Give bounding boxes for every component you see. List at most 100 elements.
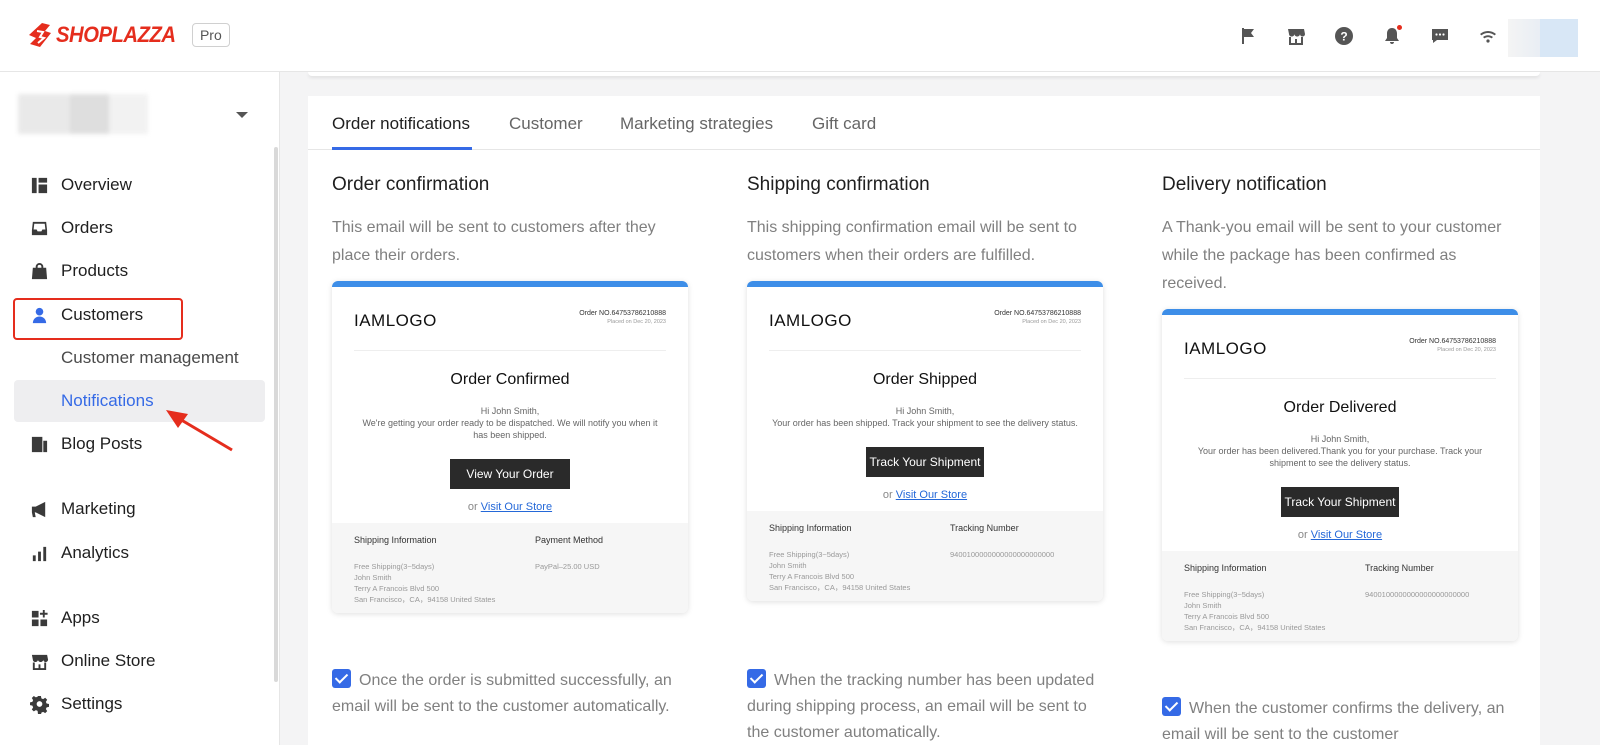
email-preview[interactable]: IAMLOGO Order NO.64753786210888 Placed on… [747,281,1103,601]
sidebar-item-analytics[interactable]: Analytics [28,538,129,568]
auto-send-checkbox[interactable] [1162,697,1181,716]
preview-message: Hi John Smith, Your order has been delive… [1197,434,1483,468]
section-description: A Thank-you email will be sent to your c… [1162,219,1502,292]
preview-footer: Shipping Information Free Shipping(3~5da… [1162,551,1518,641]
sidebar-subitem-customer-management[interactable]: Customer management [61,348,239,368]
sidebar-item-label: Settings [61,694,123,713]
tab-marketing-strategies[interactable]: Marketing strategies [620,114,773,134]
overview-icon [28,174,50,196]
sidebar: Overview Orders Products Customers Custo… [0,72,280,745]
preview-button: Track Your Shipment [1281,487,1399,517]
notifications-panel: Order notifications Customer Marketing s… [308,96,1540,745]
shipping-confirmation-section: Shipping confirmation This shipping conf… [747,174,1107,741]
preview-heading: Order Confirmed [450,371,570,388]
checkbox-label: Once the order is submitted successfully… [332,672,672,715]
sidebar-item-label: Marketing [61,499,136,518]
flag-icon[interactable] [1236,24,1260,48]
section-description: This shipping confirmation email will be… [747,219,1077,264]
preview-order-number: Order NO.64753786210888 Placed on Dec 20,… [579,310,666,325]
bell-icon[interactable] [1380,24,1404,48]
preview-heading: Order Delivered [1283,399,1397,416]
preview-button: Track Your Shipment [866,447,984,477]
email-preview[interactable]: IAMLOGO Order NO.64753786210888 Placed on… [1162,309,1518,641]
store-switcher[interactable] [18,94,258,136]
checkbox-label: When the tracking number has been update… [747,672,1095,741]
bag-icon [28,260,50,282]
preview-store-link: or Visit Our Store [882,489,968,501]
auto-send-checkbox[interactable] [332,669,351,688]
tab-customer[interactable]: Customer [509,114,583,134]
preview-order-number: Order NO.64753786210888 Placed on Dec 20,… [994,310,1081,325]
store-icon[interactable] [1284,24,1308,48]
sidebar-item-label: Apps [61,608,100,627]
sidebar-scrollbar[interactable] [274,147,278,682]
preview-logo: IAMLOGO [1184,339,1267,358]
plan-badge: Pro [191,23,230,47]
sidebar-item-online-store[interactable]: Online Store [28,646,156,676]
section-title: Order confirmation [332,174,490,195]
card-edge [308,72,1540,76]
brand-name: SHOPLAZZA [56,22,176,47]
preview-button: View Your Order [450,459,570,489]
sidebar-item-label: Products [61,261,129,280]
sidebar-item-blog-posts[interactable]: Blog Posts [28,429,142,459]
auto-send-option: Once the order is submitted successfully… [332,668,692,720]
section-description: This email will be sent to customers aft… [332,219,656,264]
sidebar-item-overview[interactable]: Overview [28,170,132,200]
megaphone-icon [28,498,50,520]
section-title: Delivery notification [1162,174,1327,195]
sidebar-item-products[interactable]: Products [28,256,128,286]
inbox-icon [28,217,50,239]
email-preview[interactable]: IAMLOGO Order NO.64753786210888 Placed on… [332,281,688,613]
sidebar-item-label: Analytics [61,543,130,562]
sidebar-item-orders[interactable]: Orders [28,213,113,243]
top-bar: SHOPLAZZA Pro ? [0,0,1600,72]
help-icon[interactable]: ? [1332,24,1356,48]
preview-footer: Shipping Information Free Shipping(3~5da… [332,523,688,613]
caret-down-icon [236,112,248,118]
apps-icon [28,607,50,629]
sidebar-item-label: Overview [61,175,132,194]
auto-send-option: When the tracking number has been update… [747,668,1107,745]
active-tab-indicator [332,147,472,150]
tab-gift-card[interactable]: Gift card [812,114,876,134]
bar-chart-icon [28,542,50,564]
preview-store-link: or Visit Our Store [1297,529,1383,541]
preview-message: Hi John Smith, We're getting your order r… [362,406,658,440]
brand-logo[interactable]: SHOPLAZZA Pro [28,22,230,48]
red-arrow-annotation [166,410,233,452]
preview-message: Hi John Smith, Your order has been shippe… [772,406,1078,428]
sidebar-item-label: Blog Posts [61,434,143,453]
sidebar-item-label: Orders [61,218,113,237]
sidebar-item-marketing[interactable]: Marketing [28,494,136,524]
gear-icon [28,693,50,715]
preview-store-link: or Visit Our Store [467,501,553,513]
preview-heading: Order Shipped [872,371,978,388]
avatar[interactable] [1508,19,1578,57]
blog-icon [28,433,50,455]
sidebar-item-settings[interactable]: Settings [28,689,122,719]
auto-send-checkbox[interactable] [747,669,766,688]
section-title: Shipping confirmation [747,174,930,195]
store-icon [28,650,50,672]
sidebar-subitem-notifications[interactable]: Notifications [61,391,154,411]
preview-footer: Shipping Information Free Shipping(3~5da… [747,511,1103,601]
preview-order-number: Order NO.64753786210888 Placed on Dec 20,… [1409,338,1496,353]
header-actions: ? [1236,24,1500,48]
auto-send-option: When the customer confirms the delivery,… [1162,696,1522,745]
highlight-annotation-box [13,298,183,340]
svg-text:?: ? [1340,30,1347,44]
checkbox-label: When the customer confirms the delivery,… [1162,700,1505,743]
order-confirmation-section: Order confirmation This email will be se… [332,174,692,715]
sidebar-item-apps[interactable]: Apps [28,603,100,633]
delivery-notification-section: Delivery notification A Thank-you email … [1162,174,1522,743]
sidebar-item-label: Online Store [61,651,156,670]
preview-logo: IAMLOGO [354,311,437,330]
shoplazza-logo-icon [29,23,51,47]
preview-logo: IAMLOGO [769,311,852,330]
notification-dot [1397,25,1402,30]
wifi-icon[interactable] [1476,24,1500,48]
tab-order-notifications[interactable]: Order notifications [332,114,470,134]
chat-icon[interactable] [1428,24,1452,48]
tab-bar: Order notifications Customer Marketing s… [308,96,1540,150]
